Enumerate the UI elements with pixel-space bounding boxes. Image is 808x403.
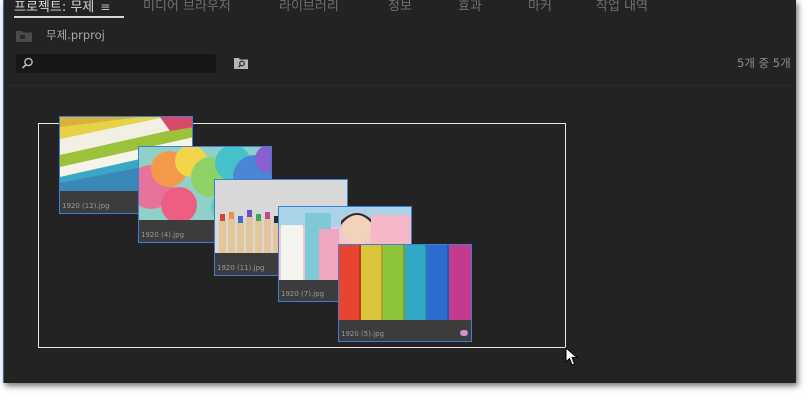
active-tab-indicator xyxy=(14,16,124,18)
project-folder-icon xyxy=(16,31,32,42)
label-color-swatch[interactable] xyxy=(460,330,468,336)
clip-name: 1920 (5).jpg xyxy=(341,330,385,338)
search-box[interactable] xyxy=(16,54,216,73)
tab-project[interactable]: 프로젝트: 무제 ≡ xyxy=(14,0,110,17)
find-in-bin-icon[interactable] xyxy=(233,57,249,70)
project-file-name: 무제.prproj xyxy=(46,28,105,42)
clip-thumbnail[interactable]: 1920 (5).jpg xyxy=(338,244,472,342)
tab-effects[interactable]: 효과 xyxy=(458,0,482,16)
tab-project-label: 프로젝트: 무제 xyxy=(14,0,95,15)
panel-divider xyxy=(4,85,796,86)
project-panel: 프로젝트: 무제 ≡ 미디어 브라우저 라이브러리 정보 효과 마커 작업 내역 … xyxy=(3,0,796,383)
search-input[interactable] xyxy=(38,54,208,73)
tab-media-browser[interactable]: 미디어 브라우저 xyxy=(143,0,231,16)
clip-name: 1920 (7).jpg xyxy=(281,290,325,298)
tab-history[interactable]: 작업 내역 xyxy=(596,0,648,16)
clip-preview-image xyxy=(339,245,471,320)
mouse-cursor-icon xyxy=(565,347,579,366)
tab-markers[interactable]: 마커 xyxy=(528,0,552,16)
tab-libraries[interactable]: 라이브러리 xyxy=(279,0,339,16)
clip-name: 1920 (4).jpg xyxy=(141,231,185,239)
item-count: 5개 중 5개 xyxy=(737,56,791,70)
clip-name: 1920 (12).jpg xyxy=(62,202,110,210)
clip-name: 1920 (11).jpg xyxy=(217,264,265,272)
panel-tab-bar: 프로젝트: 무제 ≡ 미디어 브라우저 라이브러리 정보 효과 마커 작업 내역 xyxy=(4,0,796,20)
tab-info[interactable]: 정보 xyxy=(388,0,412,16)
panel-menu-icon[interactable]: ≡ xyxy=(100,0,110,16)
search-icon xyxy=(22,57,33,69)
